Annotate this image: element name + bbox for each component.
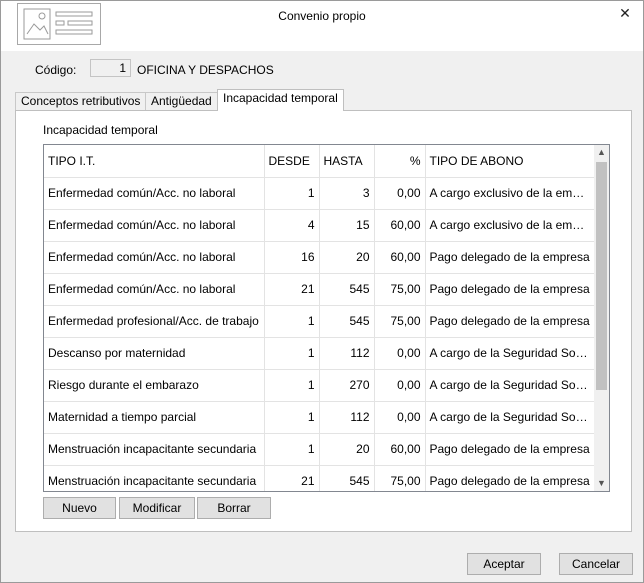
cell-tipo-abono: A cargo exclusivo de la empresa <box>425 177 596 210</box>
dialog-window: Convenio propio ✕ Código: 1 OFICINA Y DE… <box>0 0 644 583</box>
cell-tipo-it: Riesgo durante el embarazo <box>44 369 265 402</box>
tab-incapacidad-temporal[interactable]: Incapacidad temporal <box>217 89 344 111</box>
cell-hasta: 112 <box>319 337 375 370</box>
column-header-hasta[interactable]: HASTA <box>319 145 375 178</box>
title-bar: Convenio propio ✕ <box>1 1 643 51</box>
cancelar-button[interactable]: Cancelar <box>559 553 633 575</box>
cell-hasta: 270 <box>319 369 375 402</box>
cell-porcentaje: 0,00 <box>374 177 426 210</box>
cell-hasta: 545 <box>319 465 375 491</box>
cell-tipo-abono: Pago delegado de la empresa <box>425 273 596 306</box>
cell-desde: 1 <box>264 337 320 370</box>
cell-tipo-it: Enfermedad común/Acc. no laboral <box>44 273 265 306</box>
scroll-thumb[interactable] <box>596 162 607 390</box>
table-row[interactable]: Descanso por maternidad 1 112 0,00 A car… <box>44 337 596 370</box>
column-header-desde[interactable]: DESDE <box>264 145 320 178</box>
cell-desde: 4 <box>264 209 320 242</box>
table-row[interactable]: Enfermedad profesional/Acc. de trabajo 1… <box>44 305 596 338</box>
close-icon[interactable]: ✕ <box>613 3 637 23</box>
column-header-tipo-it[interactable]: TIPO I.T. <box>44 145 265 178</box>
cell-tipo-it: Maternidad a tiempo parcial <box>44 401 265 434</box>
table-row[interactable]: Enfermedad común/Acc. no laboral 21 545 … <box>44 273 596 306</box>
cell-porcentaje: 75,00 <box>374 273 426 306</box>
table-row[interactable]: Enfermedad común/Acc. no laboral 1 3 0,0… <box>44 177 596 210</box>
table-header-row: TIPO I.T. DESDE HASTA % TIPO DE ABONO <box>44 145 596 178</box>
tab-antiguedad[interactable]: Antigüedad <box>145 92 218 111</box>
cell-tipo-it: Menstruación incapacitante secundaria <box>44 465 265 491</box>
cell-hasta: 20 <box>319 241 375 274</box>
cell-tipo-it: Enfermedad común/Acc. no laboral <box>44 177 265 210</box>
cell-tipo-abono: A cargo exclusivo de la empresa <box>425 209 596 242</box>
cell-porcentaje: 60,00 <box>374 433 426 466</box>
codigo-label: Código: <box>35 63 77 77</box>
column-header-porcentaje[interactable]: % <box>374 145 426 178</box>
cell-desde: 1 <box>264 305 320 338</box>
scroll-down-icon[interactable]: ▼ <box>594 476 609 491</box>
table-row[interactable]: Menstruación incapacitante secundaria 21… <box>44 465 596 491</box>
codigo-field[interactable]: 1 <box>90 59 131 77</box>
window-title: Convenio propio <box>278 9 366 23</box>
cell-tipo-abono: Pago delegado de la empresa <box>425 465 596 491</box>
cell-tipo-abono: A cargo de la Seguridad Social <box>425 369 596 402</box>
tab-panel: Incapacidad temporal TIPO I.T. DESDE HAS… <box>15 110 632 532</box>
cell-tipo-abono: Pago delegado de la empresa <box>425 305 596 338</box>
cell-tipo-abono: A cargo de la Seguridad Social <box>425 337 596 370</box>
table-row[interactable]: Riesgo durante el embarazo 1 270 0,00 A … <box>44 369 596 402</box>
table-row[interactable]: Menstruación incapacitante secundaria 1 … <box>44 433 596 466</box>
nuevo-button[interactable]: Nuevo <box>43 497 116 519</box>
vertical-scrollbar[interactable]: ▲ ▼ <box>594 145 609 491</box>
aceptar-button[interactable]: Aceptar <box>467 553 541 575</box>
tab-conceptos-retributivos[interactable]: Conceptos retributivos <box>15 92 147 111</box>
cell-porcentaje: 0,00 <box>374 401 426 434</box>
cell-desde: 21 <box>264 273 320 306</box>
table-row[interactable]: Enfermedad común/Acc. no laboral 4 15 60… <box>44 209 596 242</box>
cell-porcentaje: 60,00 <box>374 241 426 274</box>
cell-tipo-abono: Pago delegado de la empresa <box>425 241 596 274</box>
cell-tipo-abono: Pago delegado de la empresa <box>425 433 596 466</box>
cell-hasta: 545 <box>319 273 375 306</box>
cell-porcentaje: 75,00 <box>374 305 426 338</box>
cell-desde: 16 <box>264 241 320 274</box>
column-header-tipo-abono[interactable]: TIPO DE ABONO <box>425 145 596 178</box>
cell-tipo-it: Enfermedad común/Acc. no laboral <box>44 209 265 242</box>
cell-hasta: 112 <box>319 401 375 434</box>
cell-hasta: 20 <box>319 433 375 466</box>
cell-porcentaje: 75,00 <box>374 465 426 491</box>
table-row[interactable]: Maternidad a tiempo parcial 1 112 0,00 A… <box>44 401 596 434</box>
cell-desde: 1 <box>264 401 320 434</box>
borrar-button[interactable]: Borrar <box>197 497 271 519</box>
cell-porcentaje: 0,00 <box>374 337 426 370</box>
cell-porcentaje: 0,00 <box>374 369 426 402</box>
cell-porcentaje: 60,00 <box>374 209 426 242</box>
cell-hasta: 15 <box>319 209 375 242</box>
cell-desde: 21 <box>264 465 320 491</box>
cell-desde: 1 <box>264 177 320 210</box>
section-label: Incapacidad temporal <box>43 123 158 137</box>
cell-tipo-it: Menstruación incapacitante secundaria <box>44 433 265 466</box>
cell-tipo-it: Descanso por maternidad <box>44 337 265 370</box>
cell-hasta: 545 <box>319 305 375 338</box>
scroll-up-icon[interactable]: ▲ <box>594 145 609 160</box>
cell-desde: 1 <box>264 433 320 466</box>
cell-tipo-it: Enfermedad profesional/Acc. de trabajo <box>44 305 265 338</box>
cell-hasta: 3 <box>319 177 375 210</box>
cell-tipo-abono: A cargo de la Seguridad Social <box>425 401 596 434</box>
table-row[interactable]: Enfermedad común/Acc. no laboral 16 20 6… <box>44 241 596 274</box>
modificar-button[interactable]: Modificar <box>119 497 195 519</box>
cell-desde: 1 <box>264 369 320 402</box>
codigo-description: OFICINA Y DESPACHOS <box>137 63 274 77</box>
cell-tipo-it: Enfermedad común/Acc. no laboral <box>44 241 265 274</box>
incapacidad-table: TIPO I.T. DESDE HASTA % TIPO DE ABONO En… <box>43 144 610 492</box>
